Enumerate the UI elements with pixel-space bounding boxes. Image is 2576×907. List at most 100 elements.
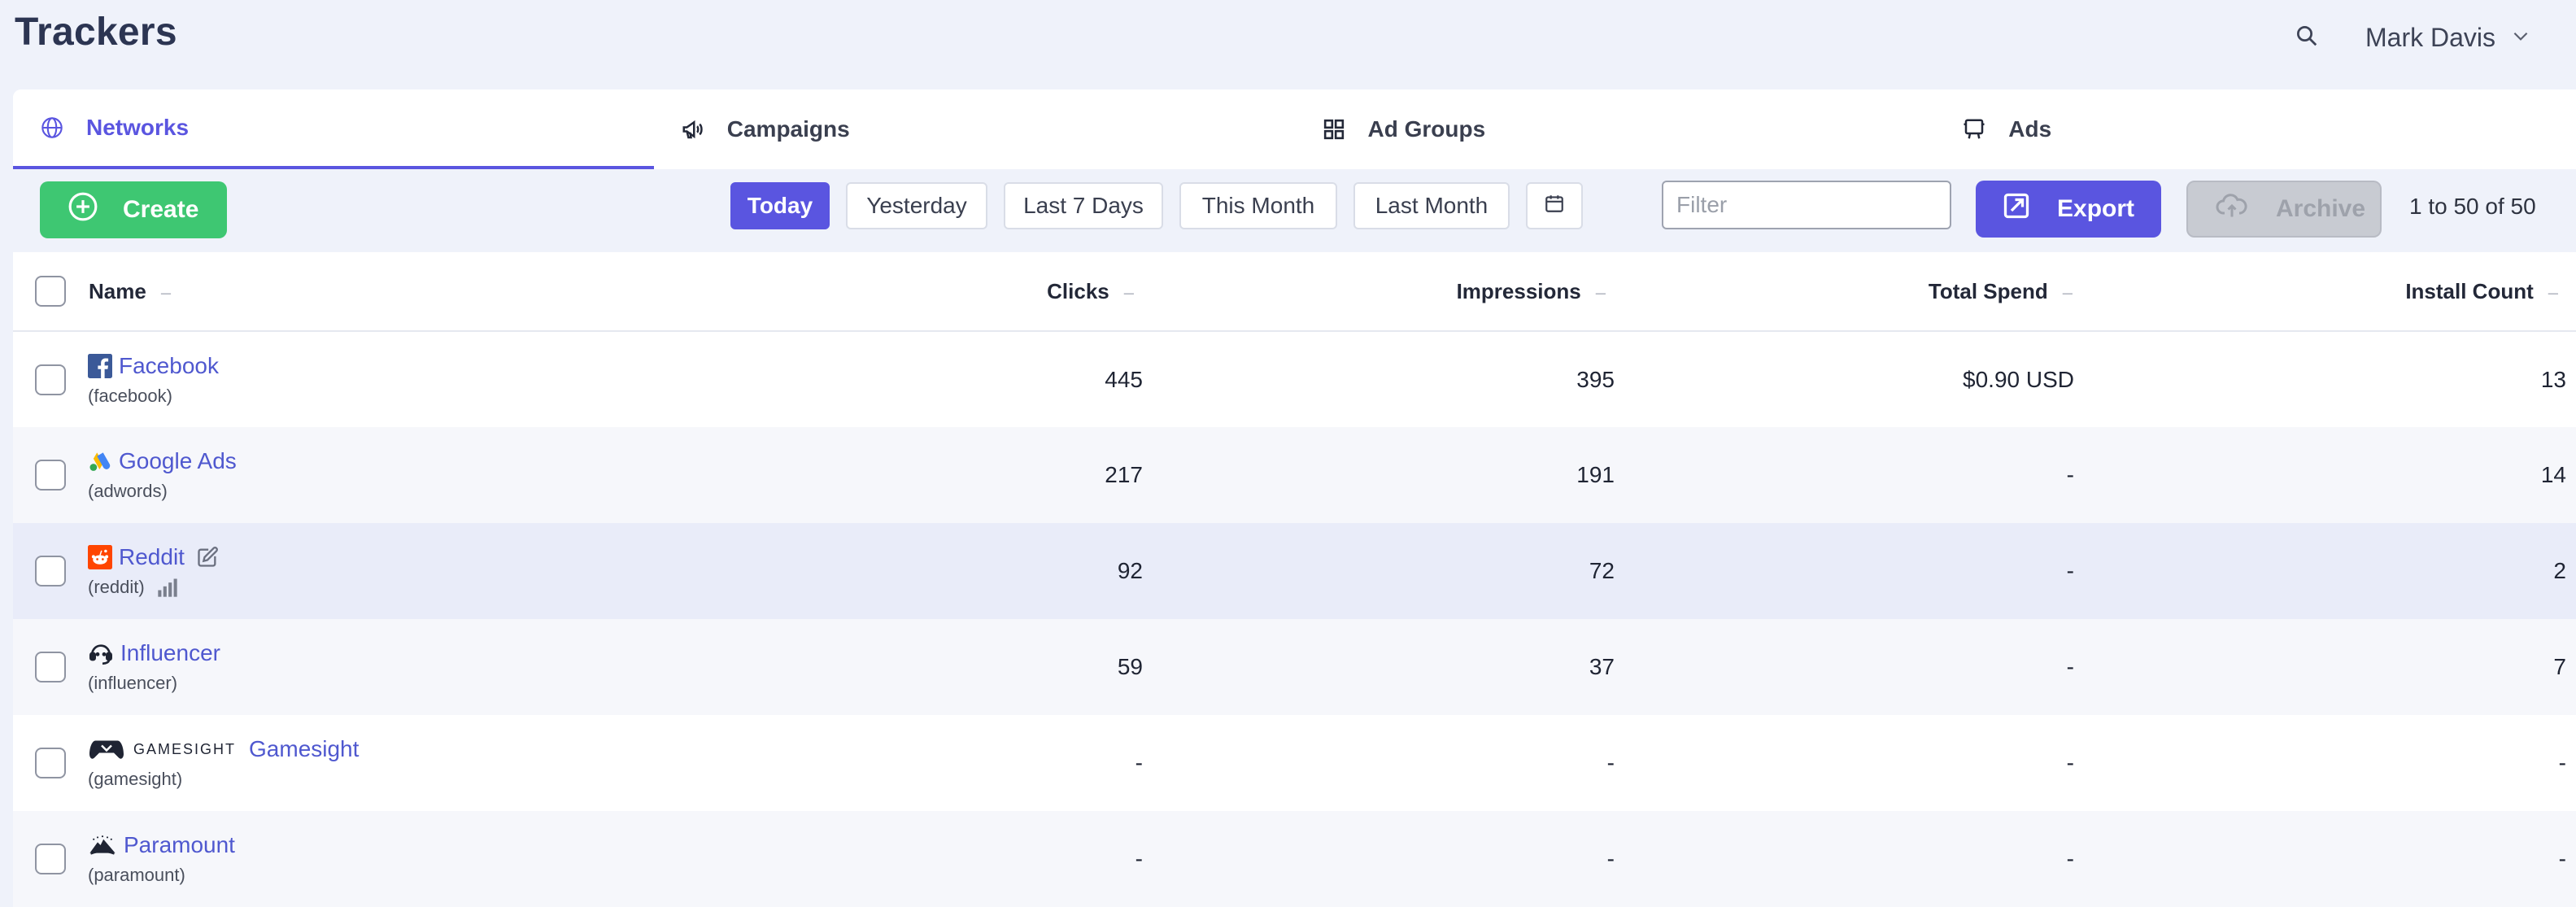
table-row[interactable]: Google Ads (adwords) 217 191 - 14 [13,427,2576,523]
network-name-link[interactable]: Gamesight [249,736,359,762]
impressions-cell: - [1606,750,1615,775]
date-picker-button[interactable] [1526,182,1583,229]
network-name-link[interactable]: Reddit [119,544,185,570]
installs-cell: 13 [2540,366,2566,392]
sort-indicator-icon: – [160,281,172,303]
globe-icon [39,115,65,141]
clicks-cell: 59 [1117,654,1143,679]
tab-label: Networks [86,115,190,140]
column-label: Install Count [2405,278,2534,303]
clicks-cell: 217 [1105,462,1143,487]
installs-cell: 7 [2553,654,2566,679]
impressions-cell: 37 [1589,654,1615,679]
table-row[interactable]: Facebook (facebook) 445 395 $0.90 USD 13 [13,331,2576,427]
table-row[interactable]: Paramount (paramount) - - - - [13,811,2576,907]
billboard-icon [1961,116,1987,142]
range-this-month-button[interactable]: This Month [1179,182,1337,229]
search-button[interactable] [2291,21,2323,54]
column-header-install-count[interactable]: Install Count – [2081,252,2576,332]
facebook-icon [88,353,112,378]
row-checkbox[interactable] [35,844,66,874]
row-checkbox[interactable] [35,460,66,491]
column-label: Total Spend [1928,278,2048,303]
user-name: Mark Davis [2365,22,2496,52]
range-today-button[interactable]: Today [730,182,830,229]
pagination-summary: 1 to 50 of 50 [2409,194,2536,219]
column-header-total-spend[interactable]: Total Spend – [1615,252,2081,332]
table-row[interactable]: Influencer (influencer) 59 37 - 7 [13,619,2576,715]
impressions-cell: - [1606,846,1615,871]
search-icon [2295,24,2319,52]
impressions-cell: 191 [1576,462,1615,487]
installs-cell: 14 [2540,462,2566,487]
installs-cell: - [2558,750,2566,775]
select-all-cell [13,252,88,332]
sort-indicator-icon: – [1123,281,1134,303]
row-checkbox[interactable] [35,556,66,586]
table-row[interactable]: GAMESIGHT Gamesight (gamesight) - - - - [13,715,2576,811]
reddit-icon [88,545,112,569]
network-id: (facebook) [88,385,172,406]
clicks-cell: - [1135,750,1143,775]
table-row[interactable]: Reddit (reddit) 92 72 - 2 [13,523,2576,619]
network-name-link[interactable]: Google Ads [119,448,237,474]
sort-indicator-icon: – [2548,281,2558,303]
installs-cell: 2 [2553,558,2566,583]
spend-cell: $0.90 USD [1963,366,2074,392]
range-last-7-days-button[interactable]: Last 7 Days [1004,182,1163,229]
tab-label: Campaigns [726,116,850,142]
chevron-down-icon [2510,23,2531,53]
column-label: Clicks [1047,278,1109,303]
user-menu[interactable]: Mark Davis [2365,18,2531,57]
bar-chart-icon[interactable] [156,577,179,598]
column-header-name[interactable]: Name – [88,252,421,332]
edit-icon[interactable] [196,546,219,569]
network-id: (reddit) [88,577,145,597]
cloud-upload-icon [2216,191,2248,227]
tab-ad-groups[interactable]: Ad Groups [1295,89,1936,169]
filter-input[interactable] [1662,181,1951,229]
column-header-impressions[interactable]: Impressions – [1144,252,1615,332]
tab-label: Ads [2008,116,2052,142]
trackers-card: Networks Campaigns Ad Groups Ads Create … [13,89,2576,907]
tab-networks[interactable]: Networks [13,89,654,169]
tab-label: Ad Groups [1367,116,1486,142]
clicks-cell: 92 [1117,558,1143,583]
top-bar: Trackers Mark Davis [0,0,2576,89]
export-button[interactable]: Export [1976,181,2161,238]
grid-icon [1321,116,1347,142]
archive-button[interactable]: Archive [2186,181,2382,238]
page-title: Trackers [15,11,177,54]
gamesight-wordmark: GAMESIGHT [133,740,237,757]
spend-cell: - [2066,558,2074,583]
create-label: Create [123,196,199,223]
network-id: (gamesight) [88,769,183,789]
network-name-link[interactable]: Influencer [120,640,220,666]
row-checkbox[interactable] [35,748,66,778]
sort-indicator-icon: – [2062,281,2073,303]
export-icon [2002,191,2031,227]
select-all-checkbox[interactable] [35,276,66,307]
network-name-link[interactable]: Facebook [119,353,219,379]
tab-campaigns[interactable]: Campaigns [654,89,1295,169]
network-name-link[interactable]: Paramount [124,832,235,858]
column-label: Impressions [1456,278,1581,303]
tab-bar: Networks Campaigns Ad Groups Ads [13,89,2576,169]
tab-ads[interactable]: Ads [1935,89,2576,169]
plus-circle-icon [68,191,98,229]
range-yesterday-button[interactable]: Yesterday [846,182,987,229]
create-button[interactable]: Create [40,181,227,238]
networks-table: Name – Clicks – Impressions – Total Spend – … [13,252,2576,907]
clicks-cell: - [1135,846,1143,871]
sort-indicator-icon: – [1595,281,1606,303]
export-label: Export [2057,195,2135,222]
spend-cell: - [2066,462,2074,487]
headset-icon [88,640,114,666]
column-header-clicks[interactable]: Clicks – [421,252,1144,332]
network-id: (influencer) [88,673,178,693]
installs-cell: - [2558,846,2566,871]
range-last-month-button[interactable]: Last Month [1353,182,1510,229]
spend-cell: - [2066,846,2074,871]
row-checkbox[interactable] [35,652,66,682]
row-checkbox[interactable] [35,364,66,395]
